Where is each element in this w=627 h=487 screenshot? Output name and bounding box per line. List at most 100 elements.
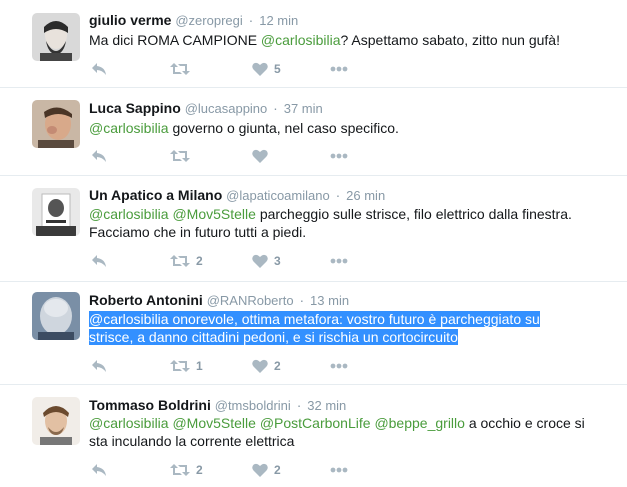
- more-button[interactable]: [330, 251, 348, 271]
- reply-icon: [92, 255, 106, 267]
- mention-link[interactable]: @carlosibilia: [89, 415, 169, 431]
- retweet-icon: [170, 150, 190, 162]
- heart-icon: [252, 254, 268, 268]
- separator: ·: [335, 187, 341, 203]
- heart-icon: [252, 359, 268, 373]
- reply-button[interactable]: [91, 59, 107, 79]
- username[interactable]: @lapaticoamilano: [226, 188, 330, 203]
- tweet-text: @carlosibilia @Mov5Stelle parcheggio sul…: [89, 205, 594, 241]
- tweet-header: giulio verme @zeropregi · 12 min: [89, 12, 298, 29]
- like-count: 2: [274, 359, 281, 373]
- tweet-header: Luca Sappino @lucasappino · 37 min: [89, 100, 323, 117]
- avatar[interactable]: [32, 13, 80, 61]
- display-name[interactable]: Luca Sappino: [89, 100, 181, 116]
- username[interactable]: @zeropregi: [175, 13, 242, 28]
- reply-button[interactable]: [91, 146, 107, 166]
- heart-icon: [252, 62, 268, 76]
- reply-button[interactable]: [91, 251, 107, 271]
- display-name[interactable]: Tommaso Boldrini: [89, 397, 211, 413]
- retweet-button[interactable]: [170, 59, 196, 79]
- reply-icon: [92, 464, 106, 476]
- username[interactable]: @lucasappino: [185, 101, 268, 116]
- more-button[interactable]: [330, 146, 348, 166]
- avatar[interactable]: [32, 397, 80, 445]
- like-button[interactable]: [252, 146, 274, 166]
- like-count: 5: [274, 62, 281, 76]
- mention-link[interactable]: @carlosibilia: [89, 120, 169, 136]
- tweet-text-part: a occhio e croce si: [464, 415, 585, 431]
- timestamp[interactable]: 13 min: [310, 293, 349, 308]
- separator: ·: [296, 397, 302, 413]
- tweet-text-part: parcheggio sulle strisce, filo elettrico…: [255, 206, 572, 222]
- tweet-header: Roberto Antonini @RANRoberto · 13 min: [89, 292, 349, 309]
- tweet-header: Un Apatico a Milano @lapaticoamilano · 2…: [89, 187, 385, 204]
- mention-link[interactable]: @carlosibilia: [89, 206, 169, 222]
- tweet-text: @carlosibilia @Mov5Stelle @PostCarbonLif…: [89, 414, 594, 450]
- mention-link[interactable]: @beppe_grillo: [374, 415, 465, 431]
- reply-icon: [92, 360, 106, 372]
- reply-button[interactable]: [91, 356, 107, 376]
- retweet-icon: [170, 360, 190, 372]
- selected-text: strisce, a danno cittadini pedoni, e si …: [89, 329, 458, 345]
- reply-button[interactable]: [91, 460, 107, 480]
- like-button[interactable]: 2: [252, 356, 281, 376]
- selected-text: @carlosibilia onorevole, ottima metafora…: [89, 311, 540, 327]
- display-name[interactable]: giulio verme: [89, 12, 171, 28]
- tweet-text-part: Facciamo che in futuro tutti a piedi.: [89, 224, 307, 240]
- mention-link[interactable]: @carlosibilia: [89, 311, 169, 327]
- tweet-item[interactable]: Roberto Antonini @RANRoberto · 13 min @c…: [0, 282, 627, 385]
- more-icon: [330, 363, 348, 369]
- retweet-icon: [170, 255, 190, 267]
- more-icon: [330, 153, 348, 159]
- like-count: 3: [274, 254, 281, 268]
- retweet-button[interactable]: 2: [170, 251, 203, 271]
- mention-link[interactable]: @Mov5Stelle: [172, 206, 255, 222]
- more-icon: [330, 66, 348, 72]
- tweet-text-part: governo o giunta, nel caso specifico.: [168, 120, 399, 136]
- more-button[interactable]: [330, 356, 348, 376]
- like-button[interactable]: 5: [252, 59, 281, 79]
- tweet-item[interactable]: giulio verme @zeropregi · 12 min Ma dici…: [0, 0, 627, 88]
- retweet-button[interactable]: [170, 146, 196, 166]
- tweet-text-part: ? Aspettamo sabato, zitto nun gufà!: [340, 32, 560, 48]
- more-button[interactable]: [330, 59, 348, 79]
- retweet-count: 2: [196, 463, 203, 477]
- tweet-text: Ma dici ROMA CAMPIONE @carlosibilia? Asp…: [89, 31, 594, 49]
- mention-link[interactable]: @Mov5Stelle: [172, 415, 255, 431]
- timestamp[interactable]: 26 min: [346, 188, 385, 203]
- tweet-actions: 1 2: [89, 356, 389, 376]
- username[interactable]: @tmsboldrini: [215, 398, 291, 413]
- timestamp[interactable]: 32 min: [307, 398, 346, 413]
- separator: ·: [248, 12, 254, 28]
- more-button[interactable]: [330, 460, 348, 480]
- retweet-icon: [170, 63, 190, 75]
- tweet-text-part: sta inculando la corrente elettrica: [89, 433, 295, 449]
- retweet-count: 1: [196, 359, 203, 373]
- avatar[interactable]: [32, 100, 80, 148]
- tweet-actions: 2 3: [89, 251, 389, 271]
- like-button[interactable]: 2: [252, 460, 281, 480]
- tweet-item[interactable]: Un Apatico a Milano @lapaticoamilano · 2…: [0, 176, 627, 282]
- retweet-button[interactable]: 1: [170, 356, 203, 376]
- separator: ·: [299, 292, 305, 308]
- timestamp[interactable]: 12 min: [259, 13, 298, 28]
- avatar[interactable]: [32, 292, 80, 340]
- tweet-item[interactable]: Tommaso Boldrini @tmsboldrini · 32 min @…: [0, 385, 627, 487]
- avatar[interactable]: [32, 188, 80, 236]
- like-button[interactable]: 3: [252, 251, 281, 271]
- reply-icon: [92, 63, 106, 75]
- timestamp[interactable]: 37 min: [284, 101, 323, 116]
- heart-icon: [252, 149, 268, 163]
- reply-icon: [92, 150, 106, 162]
- mention-link[interactable]: @PostCarbonLife: [260, 415, 371, 431]
- tweet-item[interactable]: Luca Sappino @lucasappino · 37 min @carl…: [0, 88, 627, 176]
- like-count: 2: [274, 463, 281, 477]
- display-name[interactable]: Roberto Antonini: [89, 292, 203, 308]
- mention-link[interactable]: @carlosibilia: [261, 32, 341, 48]
- username[interactable]: @RANRoberto: [207, 293, 294, 308]
- display-name[interactable]: Un Apatico a Milano: [89, 187, 222, 203]
- tweet-text: @carlosibilia onorevole, ottima metafora…: [89, 310, 594, 346]
- tweet-text: @carlosibilia governo o giunta, nel caso…: [89, 119, 594, 137]
- tweet-actions: [89, 146, 389, 166]
- retweet-button[interactable]: 2: [170, 460, 203, 480]
